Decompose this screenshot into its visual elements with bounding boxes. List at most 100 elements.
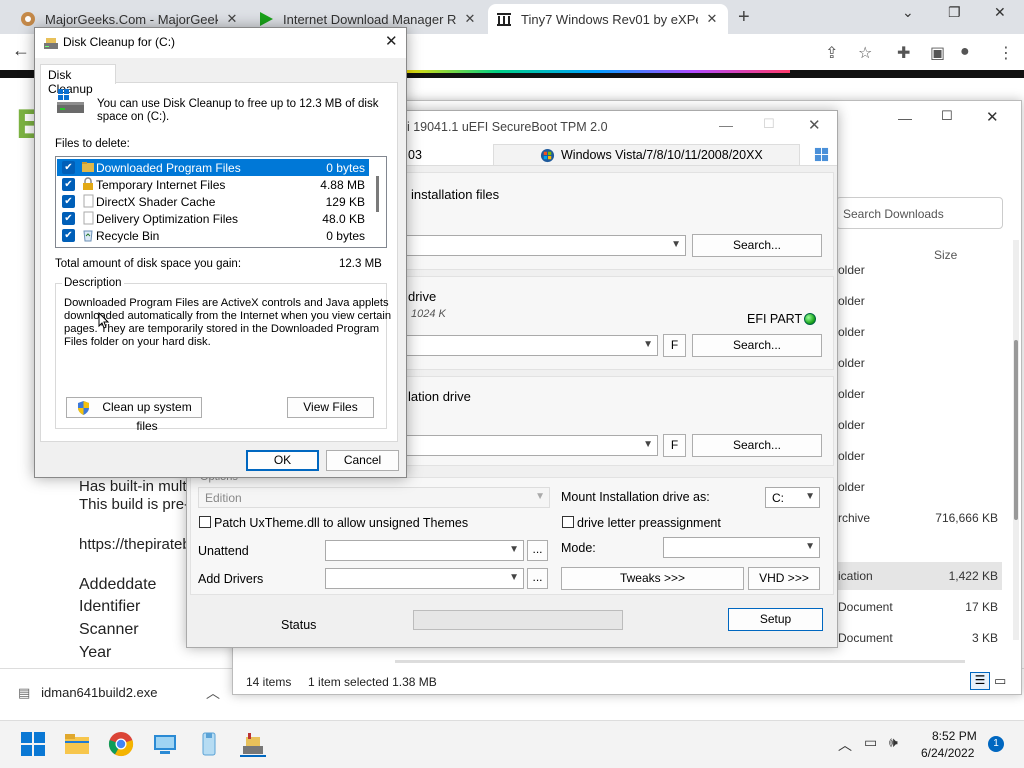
- file-row[interactable]: Document 17 KB: [836, 593, 1002, 621]
- list-item[interactable]: ✔ Downloaded Program Files 0 bytes: [57, 159, 369, 176]
- close-tab-icon[interactable]: ✕: [704, 11, 720, 27]
- close-icon[interactable]: ✕: [994, 4, 1006, 21]
- unattend-browse-button[interactable]: ...: [527, 540, 548, 561]
- list-item[interactable]: ✔ DirectX Shader Cache 129 KB: [57, 193, 369, 210]
- view-files-button[interactable]: View Files: [287, 397, 374, 418]
- chrome-icon[interactable]: [108, 731, 134, 757]
- cancel-button[interactable]: Cancel: [326, 450, 399, 471]
- mount-letter-combo[interactable]: C: ▼: [765, 487, 820, 508]
- unattend-combo[interactable]: ▼: [325, 540, 524, 561]
- file-row[interactable]: older: [836, 256, 1002, 284]
- back-arrow-icon[interactable]: ←: [12, 40, 30, 61]
- setup-button[interactable]: Setup: [728, 608, 823, 631]
- file-row[interactable]: rchive 716,666 KB: [836, 504, 1002, 532]
- maximize-icon[interactable]: ☐: [941, 108, 953, 124]
- tab-disk-cleanup[interactable]: Disk Cleanup: [40, 64, 116, 96]
- boot-drive-combo[interactable]: ▼: [400, 335, 658, 356]
- minimize-icon[interactable]: —: [898, 110, 912, 126]
- disk-cleanup-taskbar-icon[interactable]: [240, 731, 266, 757]
- tab-left[interactable]: 03: [408, 148, 422, 162]
- list-item[interactable]: ✔ Delivery Optimization Files 48.0 KB: [57, 210, 369, 227]
- preassign-checkbox[interactable]: [562, 516, 574, 528]
- file-explorer-icon[interactable]: [64, 731, 90, 757]
- usb-drive-icon[interactable]: [196, 731, 222, 757]
- clock-date[interactable]: 6/24/2022: [921, 746, 974, 760]
- network-icon[interactable]: ▭: [864, 734, 877, 751]
- uac-shield-icon: [78, 401, 89, 415]
- tiles-view-icon[interactable]: ▭: [994, 673, 1006, 689]
- list-scroll-thumb[interactable]: [376, 176, 379, 212]
- ok-button[interactable]: OK: [246, 450, 319, 471]
- download-item[interactable]: ▤ idman641build2.exe: [18, 685, 158, 701]
- tab-windows-vista[interactable]: Windows Vista/7/8/10/11/2008/20XX: [493, 144, 800, 166]
- close-tab-icon[interactable]: ✕: [224, 11, 240, 27]
- patch-uxtheme-checkbox[interactable]: [199, 516, 211, 528]
- mouse-cursor-icon: [98, 312, 110, 329]
- format-button[interactable]: F: [663, 434, 686, 457]
- close-tab-icon[interactable]: ✕: [462, 11, 478, 27]
- description-text: pages. They are temporarily stored in th…: [64, 323, 380, 335]
- file-row[interactable]: older: [836, 349, 1002, 377]
- menu-dots-icon[interactable]: ⋮: [998, 43, 1014, 63]
- explorer-scroll-thumb[interactable]: [1014, 340, 1018, 520]
- minimize-icon[interactable]: —: [719, 117, 733, 133]
- total-gain-label: Total amount of disk space you gain:: [55, 258, 242, 270]
- chevron-up-icon[interactable]: ︿: [838, 735, 852, 755]
- new-tab-icon[interactable]: +: [738, 6, 750, 29]
- extensions-icon[interactable]: ✚: [897, 43, 910, 63]
- list-item[interactable]: ✔ Temporary Internet Files 4.88 MB: [57, 176, 369, 193]
- chevron-up-icon[interactable]: ︿: [206, 683, 220, 703]
- tab-title: MajorGeeks.Com - MajorGeeks: [45, 11, 218, 27]
- install-drive-combo[interactable]: ▼: [400, 435, 658, 456]
- start-windows-icon[interactable]: [20, 731, 46, 757]
- chevron-down-icon[interactable]: ⌄: [902, 4, 914, 21]
- search-install-button[interactable]: Search...: [692, 234, 822, 257]
- file-row-selected[interactable]: ication 1,422 KB: [836, 562, 1002, 590]
- clean-up-system-files-button[interactable]: Clean up system files: [66, 397, 202, 433]
- share-icon[interactable]: ⇪: [825, 43, 838, 63]
- bookmark-star-icon[interactable]: ☆: [858, 43, 872, 63]
- close-icon[interactable]: ✕: [808, 116, 821, 134]
- notification-badge[interactable]: 1: [988, 736, 1004, 752]
- drivers-browse-button[interactable]: ...: [527, 568, 548, 589]
- tweaks-button[interactable]: Tweaks >>>: [561, 567, 744, 590]
- list-item[interactable]: ✔ Recycle Bin 0 bytes: [57, 227, 369, 244]
- vhd-button[interactable]: VHD >>>: [748, 567, 820, 590]
- file-row[interactable]: older: [836, 442, 1002, 470]
- checkbox-checked-icon: ✔: [62, 161, 75, 174]
- file-row[interactable]: older: [836, 473, 1002, 501]
- install-source-combo[interactable]: ▼: [400, 235, 686, 256]
- horizontal-scrollbar[interactable]: [395, 660, 965, 663]
- format-button[interactable]: F: [663, 334, 686, 357]
- add-drivers-label: Add Drivers: [198, 572, 264, 586]
- details-view-icon[interactable]: ☰: [970, 672, 990, 690]
- search-downloads-input[interactable]: Search Downloads: [836, 197, 1003, 229]
- files-to-delete-list[interactable]: ✔ Downloaded Program Files 0 bytes ✔ Temp…: [55, 156, 387, 248]
- search-boot-button[interactable]: Search...: [692, 334, 822, 357]
- files-to-delete-label: Files to delete:: [55, 138, 130, 150]
- file-row[interactable]: older: [836, 411, 1002, 439]
- drive-windows-icon: [57, 89, 84, 113]
- windows-logo-icon[interactable]: [814, 147, 829, 162]
- group-title: installation files: [411, 187, 500, 202]
- remote-desktop-icon[interactable]: [152, 731, 178, 757]
- mode-combo[interactable]: ▼: [663, 537, 820, 558]
- restore-icon[interactable]: ❐: [948, 4, 961, 21]
- file-row[interactable]: older: [836, 287, 1002, 315]
- close-icon[interactable]: ✕: [385, 32, 398, 50]
- search-install-drive-button[interactable]: Search...: [692, 434, 822, 457]
- profile-avatar-icon[interactable]: ●: [960, 43, 970, 61]
- explorer-status-bar: 14 items 1 item selected 1.38 MB: [246, 675, 437, 689]
- setup-progress-bar: [413, 610, 623, 630]
- dialog-title: Disk Cleanup for (C:): [63, 35, 176, 49]
- page-link[interactable]: https://thepirateba: [79, 536, 199, 553]
- file-row[interactable]: older: [836, 380, 1002, 408]
- close-icon[interactable]: ✕: [986, 108, 999, 126]
- file-row[interactable]: Document 3 KB: [836, 624, 1002, 652]
- add-drivers-combo[interactable]: ▼: [325, 568, 524, 589]
- speaker-icon[interactable]: 🕪: [889, 734, 898, 751]
- tab-tiny7[interactable]: Tiny7 Windows Rev01 by eXPerie ✕: [488, 4, 728, 34]
- file-row[interactable]: older: [836, 318, 1002, 346]
- side-panel-icon[interactable]: ▣: [930, 43, 945, 63]
- clock-time[interactable]: 8:52 PM: [932, 729, 977, 743]
